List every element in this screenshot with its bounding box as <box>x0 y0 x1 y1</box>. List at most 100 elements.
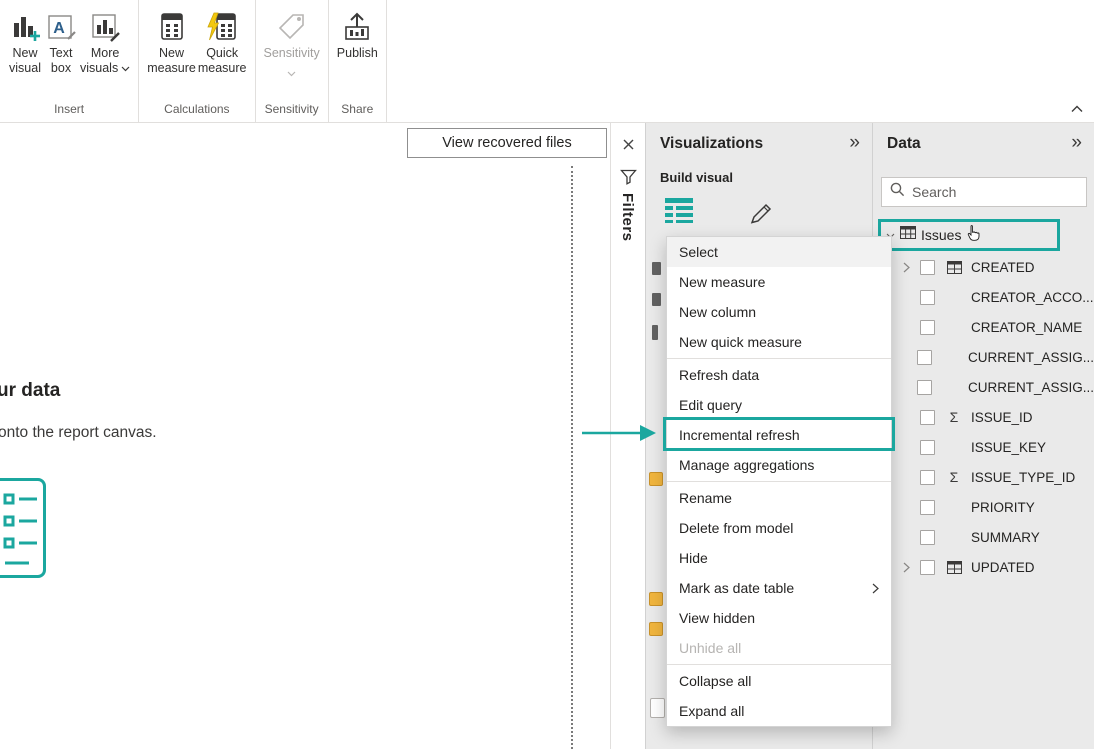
field-row-current-assignee-1[interactable]: CURRENT_ASSIG... <box>873 342 1094 372</box>
obscured-icon-fragment <box>649 472 663 486</box>
ribbon-group-insert: New visual A Text box More visuals <box>0 0 139 122</box>
publish-label: Publish <box>337 46 378 61</box>
publish-button[interactable]: Publish <box>337 4 378 61</box>
text-box-icon: A <box>44 8 78 46</box>
chevron-right-icon[interactable] <box>903 562 920 573</box>
visualizations-pane-title: Visualizations <box>660 135 763 153</box>
ribbon-group-share: Publish Share <box>329 0 387 122</box>
report-placeholder-icon <box>0 478 46 578</box>
table-item-issues[interactable]: Issues <box>878 219 1060 251</box>
field-checkbox[interactable] <box>920 290 935 305</box>
menu-item-new-column[interactable]: New column <box>667 297 891 327</box>
field-list: CREATED CREATOR_ACCO... CREATOR_NAME CUR… <box>873 252 1094 582</box>
ribbon-group-sensitivity: Sensitivity Sensitivity <box>256 0 329 122</box>
text-box-button[interactable]: A Text box <box>44 4 78 76</box>
menu-item-expand-all[interactable]: Expand all <box>667 696 891 726</box>
menu-item-delete-from-model[interactable]: Delete from model <box>667 513 891 543</box>
more-visuals-label-1: More <box>91 46 119 61</box>
obscured-text-fragment <box>652 262 661 275</box>
field-checkbox[interactable] <box>920 530 935 545</box>
menu-item-new-quick-measure[interactable]: New quick measure <box>667 327 891 357</box>
field-name: CREATED <box>971 260 1035 275</box>
field-row-current-assignee-2[interactable]: CURRENT_ASSIG... <box>873 372 1094 402</box>
table-context-menu: Select New measure New column New quick … <box>666 236 892 727</box>
field-name: SUMMARY <box>971 530 1040 545</box>
build-visual-tab-icon[interactable] <box>664 195 694 228</box>
search-icon <box>890 182 905 202</box>
menu-item-manage-aggregations[interactable]: Manage aggregations <box>667 450 891 480</box>
field-row-issue-type-id[interactable]: Σ ISSUE_TYPE_ID <box>873 462 1094 492</box>
menu-item-mark-as-date-table[interactable]: Mark as date table <box>667 573 891 603</box>
field-name: CURRENT_ASSIG... <box>968 350 1094 365</box>
field-row-creator-name[interactable]: CREATOR_NAME <box>873 312 1094 342</box>
date-table-icon <box>943 261 965 274</box>
sigma-icon: Σ <box>943 409 965 425</box>
table-name-label: Issues <box>921 227 961 243</box>
field-search <box>881 177 1087 207</box>
menu-item-collapse-all[interactable]: Collapse all <box>667 666 891 696</box>
chevron-right-icon[interactable] <box>903 262 920 273</box>
collapse-visualizations-pane-icon[interactable]: » <box>849 133 860 153</box>
menu-item-edit-query[interactable]: Edit query <box>667 390 891 420</box>
search-input[interactable] <box>912 184 1093 200</box>
field-checkbox[interactable] <box>920 470 935 485</box>
menu-item-new-measure[interactable]: New measure <box>667 267 891 297</box>
menu-item-hide[interactable]: Hide <box>667 543 891 573</box>
menu-item-label: Mark as date table <box>679 580 794 596</box>
close-recovered-files-icon[interactable] <box>616 132 640 156</box>
field-checkbox[interactable] <box>920 440 935 455</box>
field-checkbox[interactable] <box>920 320 935 335</box>
field-checkbox[interactable] <box>920 560 935 575</box>
more-visuals-button[interactable]: More visuals <box>80 4 130 76</box>
svg-text:A: A <box>53 20 65 37</box>
canvas-heading-fragment: ur data <box>0 380 60 402</box>
text-box-label-2: box <box>51 61 71 76</box>
sensitivity-label: Sensitivity <box>264 46 320 61</box>
collapse-ribbon-button[interactable] <box>1068 102 1086 116</box>
new-visual-icon <box>8 8 42 46</box>
menu-separator <box>667 481 891 482</box>
menu-item-view-hidden[interactable]: View hidden <box>667 603 891 633</box>
field-name: PRIORITY <box>971 500 1035 515</box>
field-row-updated[interactable]: UPDATED <box>873 552 1094 582</box>
field-checkbox[interactable] <box>920 260 935 275</box>
ribbon-group-label-sensitivity: Sensitivity <box>264 100 320 120</box>
more-visuals-icon <box>88 8 122 46</box>
field-checkbox[interactable] <box>917 350 932 365</box>
collapse-data-pane-icon[interactable]: » <box>1071 133 1082 153</box>
new-measure-button[interactable]: New measure <box>147 4 196 76</box>
new-measure-icon <box>155 8 189 46</box>
sensitivity-icon <box>275 8 309 46</box>
filters-pane-collapsed[interactable]: Filters <box>610 123 645 749</box>
more-visuals-label-2: visuals <box>80 61 118 75</box>
field-row-creator-account[interactable]: CREATOR_ACCO... <box>873 282 1094 312</box>
new-visual-label-2: visual <box>9 61 41 76</box>
format-visual-tab-icon[interactable] <box>746 195 776 230</box>
sigma-icon: Σ <box>943 469 965 485</box>
field-checkbox[interactable] <box>920 410 935 425</box>
field-row-created[interactable]: CREATED <box>873 252 1094 282</box>
menu-item-incremental-refresh[interactable]: Incremental refresh <box>667 420 891 450</box>
ribbon-group-label-share: Share <box>337 100 378 120</box>
field-row-issue-id[interactable]: Σ ISSUE_ID <box>873 402 1094 432</box>
field-checkbox[interactable] <box>920 500 935 515</box>
filters-pane-title: Filters <box>619 193 636 242</box>
obscured-text-fragment <box>652 325 658 340</box>
new-visual-button[interactable]: New visual <box>8 4 42 76</box>
data-pane-title: Data <box>887 135 921 153</box>
powerbi-window: New visual A Text box More visuals <box>0 0 1094 749</box>
field-name: CREATOR_ACCO... <box>971 290 1094 305</box>
field-checkbox[interactable] <box>917 380 932 395</box>
menu-item-refresh-data[interactable]: Refresh data <box>667 360 891 390</box>
menu-item-unhide-all: Unhide all <box>667 633 891 663</box>
field-name: ISSUE_KEY <box>971 440 1046 455</box>
obscured-icon-fragment <box>649 622 663 636</box>
quick-measure-button[interactable]: Quick measure <box>198 4 247 76</box>
field-row-summary[interactable]: SUMMARY <box>873 522 1094 552</box>
field-row-issue-key[interactable]: ISSUE_KEY <box>873 432 1094 462</box>
field-row-priority[interactable]: PRIORITY <box>873 492 1094 522</box>
view-recovered-files-button[interactable]: View recovered files <box>407 128 607 158</box>
menu-item-select[interactable]: Select <box>667 237 891 267</box>
menu-item-rename[interactable]: Rename <box>667 483 891 513</box>
date-table-icon <box>943 561 965 574</box>
